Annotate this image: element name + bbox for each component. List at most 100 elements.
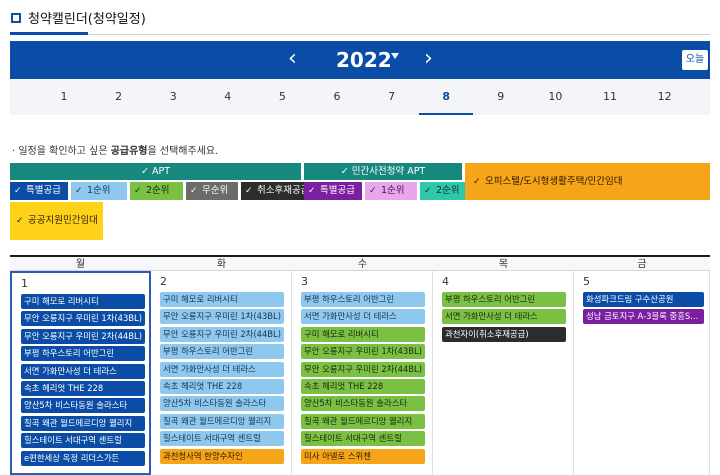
- calendar-event[interactable]: 양산5차 비스타동원 솔라스타: [301, 396, 425, 412]
- next-year-chevron-icon[interactable]: ›: [424, 48, 433, 70]
- filter-officetel[interactable]: ✓ 오피스텔/도시형생활주택/민간임대: [465, 163, 710, 200]
- weekday-header: 목: [433, 255, 574, 271]
- calendar-event[interactable]: 구미 해모로 리버시티: [160, 292, 284, 307]
- day-cell[interactable]: 4 부평 하우스토리 어반그린서면 가화만사성 더 테라스 과천자이(취소후재공급): [433, 271, 574, 475]
- year-dropdown-caret-icon[interactable]: [391, 53, 399, 59]
- calendar-event[interactable]: 속초 헤리엇 THE 228: [21, 381, 145, 396]
- calendar-event[interactable]: 무안 오룡지구 우미린 1차(43BL): [21, 311, 145, 327]
- apt-chip-1[interactable]: ✓ 특별공급: [10, 182, 68, 200]
- pre-chip-label: 2순위: [436, 185, 460, 196]
- calendar-event[interactable]: 성남 금토지구 A-3블록 중흥S...: [583, 309, 704, 325]
- weekday-header: 화: [151, 255, 292, 271]
- calendar-event[interactable]: 부평 하우스토리 어반그린: [301, 292, 425, 307]
- apt-chip-4[interactable]: ✓ 무순위: [186, 182, 238, 200]
- filter-group-private-pre-sale[interactable]: ✓ 민간사전청약 APT: [304, 163, 462, 180]
- calendar-event[interactable]: 과천자이(취소후재공급): [442, 326, 566, 342]
- calendar-event[interactable]: 칠곡 왜관 월드메르디앙 웰리지: [160, 413, 284, 429]
- pre-chip-2[interactable]: ✓ 1순위: [365, 182, 417, 200]
- calendar-event[interactable]: 힐스테이트 서대구역 센트럴: [160, 431, 284, 447]
- month-tab-12[interactable]: 12: [645, 79, 685, 115]
- prev-year-chevron-icon[interactable]: ‹: [288, 48, 297, 70]
- check-icon: ✓: [308, 186, 316, 196]
- calendar-event[interactable]: 힐스테이트 서대구역 센트럴: [21, 433, 145, 449]
- calendar-event[interactable]: 속초 헤리엇 THE 228: [301, 379, 425, 394]
- year-label[interactable]: 2022: [336, 48, 392, 72]
- calendar-event[interactable]: 무안 오룡지구 우미린 2차(44BL): [301, 361, 425, 377]
- calendar-event[interactable]: 서면 가화만사성 더 테라스: [160, 361, 284, 377]
- check-icon: ✓: [369, 186, 377, 196]
- title-square-icon: [11, 13, 21, 23]
- calendar-event[interactable]: 양산5차 비스타동원 솔라스타: [160, 396, 284, 412]
- apt-chip-5[interactable]: ✓ 취소후재공급: [241, 182, 313, 200]
- weekday-header: 월: [10, 255, 151, 271]
- month-tab-3[interactable]: 3: [153, 79, 193, 115]
- calendar-event[interactable]: 무안 오룡지구 우미린 2차(44BL): [21, 328, 145, 344]
- calendar-event[interactable]: 화성파크드림 구수산공원: [583, 292, 704, 307]
- page-header: 청약캘린더(청약일정): [10, 4, 710, 35]
- calendar-event[interactable]: 무안 오룡지구 우미린 1차(43BL): [301, 344, 425, 360]
- calendar-event[interactable]: 무안 오룡지구 우미린 2차(44BL): [160, 326, 284, 342]
- day-number: 1: [21, 277, 28, 290]
- calendar-event[interactable]: 부평 하우스토리 어반그린: [21, 346, 145, 362]
- title-underline: [10, 32, 88, 35]
- calendar-event[interactable]: 속초 헤리엇 THE 228: [160, 379, 284, 394]
- filter-officetel-label: 오피스텔/도시형생활주택/민간임대: [485, 176, 623, 187]
- month-tab-9[interactable]: 9: [481, 79, 521, 115]
- weekday-header: 금: [574, 255, 710, 271]
- check-icon: ✓: [134, 186, 142, 196]
- calendar-event[interactable]: 무안 오룡지구 우미린 1차(43BL): [160, 309, 284, 325]
- calendar-event[interactable]: 힐스테이트 서대구역 센트럴: [301, 431, 425, 447]
- instruction-prefix: · 일정을 확인하고 싶은: [12, 146, 111, 157]
- calendar-event[interactable]: 칠곡 왜관 월드메르디앙 웰리지: [301, 413, 425, 429]
- check-icon: ✓: [75, 186, 83, 196]
- month-tab-8[interactable]: 8: [419, 79, 474, 115]
- calendar-event[interactable]: e편한세상 옥정 리더스가든: [21, 450, 145, 466]
- day-cell[interactable]: 2 구미 해모로 리버시티무안 오룡지구 우미린 1차(43BL) 무안 오룡지구 …: [151, 271, 292, 475]
- weekday-header: 수: [292, 255, 433, 271]
- day-number: 4: [442, 275, 449, 288]
- apt-chip-2[interactable]: ✓ 1순위: [71, 182, 127, 200]
- page-title: 청약캘린더(청약일정): [28, 12, 146, 27]
- calendar-event[interactable]: 서면 가화만사성 더 테라스: [21, 363, 145, 379]
- calendar-event[interactable]: 부평 하우스토리 어반그린: [442, 292, 566, 307]
- month-tab-4[interactable]: 4: [208, 79, 248, 115]
- pre-chip-1[interactable]: ✓ 특별공급: [304, 182, 362, 200]
- check-icon: ✓: [190, 186, 198, 196]
- apt-chip-label: 특별공급: [26, 185, 61, 196]
- filter-public-rental[interactable]: ✓ 공공지원민간임대: [10, 202, 103, 240]
- filter-group-apt[interactable]: ✓ APT: [10, 163, 301, 180]
- month-tab-7[interactable]: 7: [372, 79, 412, 115]
- pre-chip-3[interactable]: ✓ 2순위: [420, 182, 465, 200]
- day-cell[interactable]: 1 구미 해모로 리버시티무안 오룡지구 우미린 1차(43BL) 무안 오룡지구 …: [10, 271, 151, 475]
- today-button[interactable]: 오늘: [682, 50, 708, 70]
- day-cell[interactable]: 3 부평 하우스토리 어반그린 서면 가화만사성 더 테라스 구미 해모로 리버시티 무…: [292, 271, 433, 475]
- filter-public-rental-label: 공공지원민간임대: [28, 215, 98, 226]
- calendar-event[interactable]: 서면 가화만사성 더 테라스: [301, 309, 425, 325]
- pre-chip-label: 특별공급: [320, 185, 355, 196]
- calendar-event[interactable]: 부평 하우스토리 어반그린: [160, 344, 284, 360]
- check-icon: ✓: [424, 186, 432, 196]
- calendar-event[interactable]: 양산5차 비스타동원 솔라스타: [21, 398, 145, 414]
- calendar-event[interactable]: 과천청사역 한양수자인: [160, 448, 284, 464]
- calendar-event[interactable]: 칠곡 왜관 월드메르디앙 웰리지: [21, 415, 145, 431]
- title-divider: [88, 34, 710, 35]
- filter-instruction: · 일정을 확인하고 싶은 공급유형을 선택해주세요.: [12, 142, 218, 157]
- apt-chip-label: 1순위: [87, 185, 111, 196]
- month-tab-6[interactable]: 6: [317, 79, 357, 115]
- check-icon: ✓: [16, 216, 24, 226]
- calendar-event[interactable]: 구미 해모로 리버시티: [301, 326, 425, 342]
- day-cell[interactable]: 5 화성파크드림 구수산공원 성남 금토지구 A-3블록 중흥S...: [574, 271, 710, 475]
- calendar-event[interactable]: 서면 가화만사성 더 테라스: [442, 309, 566, 325]
- month-tab-1[interactable]: 1: [44, 79, 84, 115]
- month-tab-11[interactable]: 11: [590, 79, 630, 115]
- month-tab-10[interactable]: 10: [535, 79, 575, 115]
- month-tabs: 1 2 3 4 5 6 7 8 9 10 11 12: [10, 79, 710, 115]
- calendar-event[interactable]: 구미 해모로 리버시티: [21, 294, 145, 309]
- day-number: 2: [160, 275, 167, 288]
- calendar-event[interactable]: 미사 아넬로 스위첸: [301, 448, 425, 464]
- month-tab-2[interactable]: 2: [99, 79, 139, 115]
- apt-chip-3[interactable]: ✓ 2순위: [130, 182, 183, 200]
- pre-chip-label: 1순위: [381, 185, 405, 196]
- month-tab-5[interactable]: 5: [262, 79, 302, 115]
- calendar-grid: 월 화 수 목 금 1 구미 해모로 리버시티 무안 오룡지구 우미린 1차(43BL) 무안 …: [10, 255, 710, 475]
